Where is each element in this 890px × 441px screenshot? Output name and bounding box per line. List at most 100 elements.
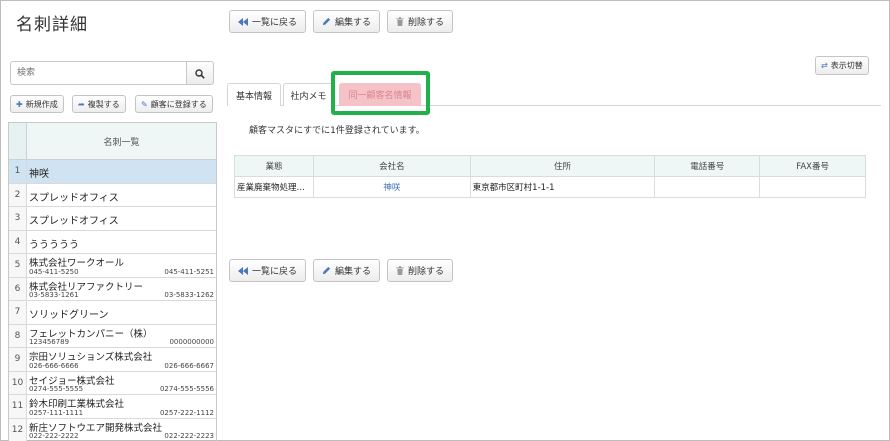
list-item-number: 9 [9,348,27,371]
edit-label: 編集する [335,18,372,28]
page-title: 名刺詳細 [16,15,88,35]
list-item[interactable]: 1 神咲 [9,160,216,184]
list-item[interactable]: 6 株式会社リアファクトリー 03-5833-1261 03-5833-1262 [9,277,216,301]
list-item-phone-2: 0274-555-5556 [159,385,214,393]
card-list-rows: 1 神咲 2 スプレッドオフィス 3 スプレッドオフィス 4 ううううう 5 株式会社ワークオール… [9,160,216,441]
back-to-list-button[interactable]: 一覧に戻る [229,10,307,33]
delete-button[interactable]: 削除する [387,10,454,33]
list-item-phone: 123456789 [29,338,70,346]
list-item-name: スプレッドオフィス [29,192,119,204]
list-item[interactable]: 12 新庄ソフトウエア開発株式会社 022-222-2222 022-222-2223 [9,418,216,441]
list-item-name: ううううう [29,239,79,251]
list-item-body: 新庄ソフトウエア開発株式会社 022-222-2222 022-222-2223 [27,419,216,441]
tab-basic-info[interactable]: 基本情報 [227,83,281,106]
delete-label: 削除する [408,267,445,277]
list-item[interactable]: 5 株式会社ワークオール 045-411-5250 045-411-5251 [9,254,216,278]
cell-company-name-link[interactable]: 神咲 [312,176,471,198]
list-item-number: 7 [9,301,27,324]
swap-arrows-icon: ⇄ [821,61,828,70]
list-item-body: スプレッドオフィス [27,207,216,230]
card-list-header: 名刺一覧 [9,123,216,160]
edit-button[interactable]: 編集する [313,10,381,33]
list-item-phone-2: 03-5833-1262 [164,291,214,299]
list-item-body: ソリッドグリーン [27,301,216,324]
list-item-phone-2: 0000000000 [169,338,214,346]
delete-button-bottom[interactable]: 削除する [387,259,454,282]
edit-label: 編集する [335,267,372,277]
double-left-arrow-icon [238,17,248,26]
new-card-button[interactable]: ✚ 新規作成 [10,95,64,113]
list-item-body: フェレットカンパニー（株） 123456789 0000000000 [27,325,216,348]
back-to-list-button-bottom[interactable]: 一覧に戻る [229,259,307,282]
list-item-phone: 022-222-2222 [29,432,79,440]
list-item-number: 5 [9,254,27,277]
list-item[interactable]: 10 セイジョー株式会社 0274-555-5555 0274-555-5556 [9,371,216,395]
tab-internal-memo[interactable]: 社内メモ [283,83,334,106]
list-item-phone-2: 0257-222-1112 [159,408,214,417]
list-item[interactable]: 9 宗田ソリュションズ株式会社 026-666-6666 026-666-6667 [9,348,216,372]
list-item-number: 4 [9,230,27,253]
list-item-phone-2: 022-222-2223 [164,432,214,440]
list-item-body: 株式会社ワークオール 045-411-5250 045-411-5251 [27,254,216,277]
column-header-business-type: 業態 [234,155,314,177]
list-item-phone: 026-666-6666 [29,361,79,370]
double-left-arrow-icon [238,266,248,275]
register-customer-button[interactable]: ✎ 顧客に登録する [135,95,213,113]
list-item[interactable]: 2 スプレッドオフィス [9,183,216,207]
search-input[interactable] [10,61,186,85]
list-item-body: 宗田ソリュションズ株式会社 026-666-6666 026-666-6667 [27,348,216,371]
list-item-number: 1 [9,160,27,183]
cell-phone [654,176,761,198]
delete-label: 削除する [408,18,445,28]
list-item-number: 10 [9,371,27,394]
list-item-number: 12 [9,418,27,441]
list-item-body: ううううう [27,231,216,254]
register-customer-label: 顧客に登録する [150,99,207,109]
list-item-phone: 045-411-5250 [29,267,79,276]
customer-table: 業態 会社名 住所 電話番号 FAX番号 産業廃棄物処理… 神咲 東京都市区町村… [234,155,866,198]
back-to-list-label: 一覧に戻る [252,267,298,277]
search-button[interactable] [186,61,214,85]
trash-icon [396,266,404,275]
copy-card-label: 複製する [87,99,120,109]
list-item-number: 8 [9,324,27,347]
card-list-header-num [9,123,27,159]
column-header-phone: 電話番号 [654,155,761,177]
list-item-number: 6 [9,277,27,300]
list-item-number: 3 [9,207,27,230]
list-item-body: 神咲 [27,160,216,183]
edit-button-bottom[interactable]: 編集する [313,259,381,282]
list-item-number: 2 [9,183,27,206]
list-item[interactable]: 3 スプレッドオフィス [9,207,216,231]
list-item-phone: 03-5833-1261 [29,291,79,299]
list-item-number: 11 [9,395,27,418]
cell-address: 東京都市区町村1-1-1 [469,176,656,198]
cell-business-type: 産業廃棄物処理… [234,176,314,198]
table-row: 産業廃棄物処理… 神咲 東京都市区町村1-1-1 [234,176,866,198]
column-header-company-name: 会社名 [312,155,471,177]
list-item[interactable]: 8 フェレットカンパニー（株） 123456789 0000000000 [9,324,216,348]
pencil-icon: ✎ [141,99,148,109]
list-item[interactable]: 11 鈴木印刷工業株式会社 0257-111-1111 0257-222-1112 [9,395,216,419]
tab-highlight-box [331,71,430,115]
pencil-icon [322,17,331,26]
list-item-phone: 0274-555-5555 [29,385,84,393]
display-toggle-button[interactable]: ⇄ 表示切替 [815,56,869,75]
list-item[interactable]: 7 ソリッドグリーン [9,301,216,325]
cell-fax [759,176,866,198]
pencil-icon [322,266,331,275]
copy-card-button[interactable]: ➦ 複製する [72,95,126,113]
display-toggle-label: 表示切替 [830,61,863,70]
list-item-phone: 0257-111-1111 [29,408,84,417]
list-item[interactable]: 4 ううううう [9,230,216,254]
new-card-label: 新規作成 [25,99,58,109]
list-item-phone-2: 045-411-5251 [164,267,214,276]
list-item-body: セイジョー株式会社 0274-555-5555 0274-555-5556 [27,372,216,395]
trash-icon [396,17,404,26]
column-header-address: 住所 [469,155,656,177]
list-item-body: 株式会社リアファクトリー 03-5833-1261 03-5833-1262 [27,278,216,301]
list-item-name: ソリッドグリーン [29,310,109,321]
back-to-list-label: 一覧に戻る [252,18,298,28]
card-list: 名刺一覧 1 神咲 2 スプレッドオフィス 3 スプレッドオフィス 4 ううううう 5 株式会社ワ… [8,122,217,441]
list-item-body: スプレッドオフィス [27,184,216,207]
